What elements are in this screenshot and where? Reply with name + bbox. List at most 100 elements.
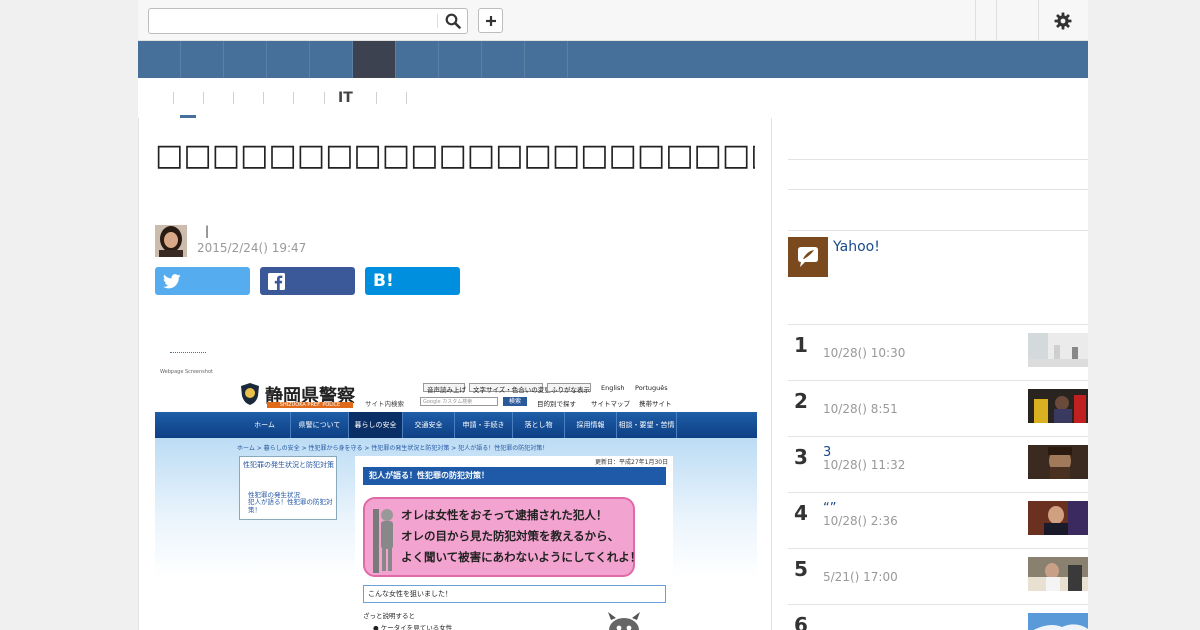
sub-nav-divider xyxy=(406,92,407,104)
settings-button[interactable] xyxy=(1052,10,1074,32)
screenshot-side-link: 犯人が語る！性犯罪の防犯対策！ xyxy=(248,498,333,514)
yahoo-link[interactable]: Yahoo! xyxy=(833,239,880,255)
util-link: 目的別で探す xyxy=(537,400,576,408)
sub-nav-divider xyxy=(263,92,264,104)
search-icon xyxy=(445,13,461,29)
speech-line: よく聞いて被害にあわないようにしてくれよ！ xyxy=(401,550,642,564)
rank-number: 6 xyxy=(794,613,808,630)
util-link: 文字サイズ・色合いの変更 xyxy=(473,386,551,394)
category-nav xyxy=(138,41,1088,78)
nav-tab[interactable] xyxy=(310,41,353,78)
sub-nav-divider xyxy=(203,92,204,104)
search-box xyxy=(148,8,468,34)
screenshot-tab-selected: 暮らしの安全 xyxy=(349,412,403,438)
ranking-item[interactable]: 1 10/28() 10:30 xyxy=(788,324,1088,380)
rank-date: 10/28() 2:36 xyxy=(823,514,898,528)
util-link: Português xyxy=(635,384,668,392)
rank-number: 5 xyxy=(794,557,808,581)
screenshot-side-menu: 性犯罪の発生状況と防犯対策 性犯罪の発生状況 犯人が語る！性犯罪の防犯対策！ xyxy=(239,456,337,520)
facebook-share-button[interactable] xyxy=(260,267,355,295)
toolbar-divider xyxy=(996,0,997,40)
rank-date: 10/28() 10:30 xyxy=(823,346,906,360)
sidebar-divider xyxy=(788,189,1088,190)
ranking-item[interactable]: 5 5/21() 17:00 xyxy=(788,548,1088,604)
add-button[interactable] xyxy=(478,8,503,33)
screenshot-search-button: 検索 xyxy=(503,397,527,406)
sub-nav: IT xyxy=(138,78,1088,118)
rank-thumbnail[interactable] xyxy=(1028,389,1088,423)
nav-tab[interactable] xyxy=(525,41,568,78)
right-sidebar: Yahoo! 1 10/28() 10:30 2 10/28() 8:51 3 … xyxy=(772,118,1088,630)
author-avatar[interactable] xyxy=(155,225,187,257)
rank-thumbnail[interactable] xyxy=(1028,333,1088,367)
ranking-item[interactable]: 3 3 10/28() 11:32 xyxy=(788,436,1088,492)
speech-line: オレの目から見た防犯対策を教えるから、 xyxy=(401,529,620,543)
rank-thumbnail[interactable] xyxy=(1028,501,1088,535)
plus-icon xyxy=(485,15,496,26)
sub-nav-divider xyxy=(173,92,174,104)
author-separator: | xyxy=(205,224,210,238)
nav-tab[interactable] xyxy=(224,41,267,78)
sub-nav-divider xyxy=(376,92,377,104)
devil-mascot-icon xyxy=(608,612,640,630)
screenshot-paragraph: ざっと説明すると xyxy=(363,612,415,620)
gear-icon xyxy=(1054,12,1072,30)
hatena-bookmark-button[interactable]: B! xyxy=(365,267,460,295)
toolbar-divider xyxy=(975,0,976,40)
search-button[interactable] xyxy=(439,9,467,33)
screenshot-main-heading: 犯人が語る！性犯罪の防犯対策！ xyxy=(363,467,666,485)
util-link: サイトマップ xyxy=(591,400,630,408)
screenshot-search-field: Google カスタム検索 xyxy=(420,397,498,406)
screenshot-tab: 落とし物 xyxy=(513,412,565,438)
screenshot-speech-text: オレは女性をおそって逮捕された犯人！ オレの目から見た防犯対策を教えるから、 よ… xyxy=(401,505,641,568)
screenshot-breadcrumb: ホーム > 暮らしの安全 > 性犯罪から身を守る > 性犯罪の発生状況と防犯対策… xyxy=(237,445,549,452)
nav-tab[interactable] xyxy=(396,41,439,78)
sub-nav-divider xyxy=(233,92,234,104)
screenshot-side-heading: 性犯罪の発生状況と防犯対策 xyxy=(243,461,334,469)
police-emblem-icon xyxy=(241,383,259,405)
screenshot-tab: 相談・要望・苦情 xyxy=(617,412,677,438)
site-subtitle: SHIZUOKA PREF. POLICE xyxy=(267,402,353,408)
nav-tab[interactable] xyxy=(138,41,181,78)
twitter-icon xyxy=(163,273,181,288)
rank-thumbnail[interactable] xyxy=(1028,557,1088,591)
screenshot-sub-heading: こんな女性を狙いました！ xyxy=(363,585,666,603)
nav-tab[interactable] xyxy=(267,41,310,78)
util-link: English xyxy=(601,384,625,392)
rank-date: 5/21() 17:00 xyxy=(823,570,898,584)
sub-nav-divider xyxy=(293,92,294,104)
screenshot-tab: 県警について xyxy=(291,412,349,438)
sidebar-divider xyxy=(788,230,1088,231)
rank-date: 10/28() 8:51 xyxy=(823,402,898,416)
nav-tab[interactable] xyxy=(181,41,224,78)
screenshot-tab: ホーム xyxy=(239,412,291,438)
ranking-item[interactable]: 4 “” 10/28() 2:36 xyxy=(788,492,1088,548)
twitter-share-button[interactable] xyxy=(155,267,250,295)
sub-nav-item-it[interactable]: IT xyxy=(338,90,353,106)
rank-thumbnail[interactable] xyxy=(1028,613,1088,630)
nav-tab-active[interactable] xyxy=(353,41,396,78)
ranking-item[interactable]: 2 10/28() 8:51 xyxy=(788,380,1088,436)
rank-thumbnail[interactable] xyxy=(1028,445,1088,479)
rank-number: 2 xyxy=(794,389,808,413)
util-link: 音声読み上げ xyxy=(427,386,466,394)
rank-date: 10/28() 11:32 xyxy=(823,458,906,472)
ranking-item[interactable]: 6 xyxy=(788,604,1088,630)
speech-line: オレは女性をおそって逮捕された犯人！ xyxy=(401,508,608,522)
search-input[interactable] xyxy=(149,9,437,33)
avatar-image xyxy=(155,225,187,257)
screenshot-caption: Webpage Screenshot xyxy=(160,369,213,375)
screenshot-paragraph: ● ケータイを見ている女性 xyxy=(373,624,453,630)
screenshot-speech-box: オレは女性をおそって逮捕された犯人！ オレの目から見た防犯対策を教えるから、 よ… xyxy=(363,497,641,577)
nav-tab[interactable] xyxy=(439,41,482,78)
nav-tab[interactable] xyxy=(482,41,525,78)
rank-number: 4 xyxy=(794,501,808,525)
inline-link[interactable] xyxy=(170,352,206,353)
screenshot-search-label: サイト内検索 xyxy=(365,400,404,408)
sub-nav-divider xyxy=(324,92,325,104)
search-divider xyxy=(437,14,438,28)
yahoo-author-icon[interactable] xyxy=(788,237,828,277)
criminal-figure-icon xyxy=(373,509,393,573)
article-title: □□□□□□□□□□□□□□□□□□□□□□□□□□□□□□□□□ xyxy=(155,138,755,173)
top-bar xyxy=(138,0,1088,41)
